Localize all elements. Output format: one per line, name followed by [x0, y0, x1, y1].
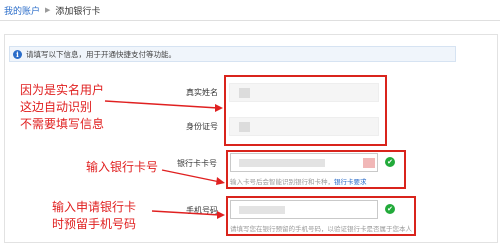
arrow-phone: [151, 210, 221, 216]
arrowhead-card: [216, 177, 225, 185]
arrow-real-name: [104, 100, 219, 109]
arrow-card: [161, 169, 221, 183]
arrowhead-real-name: [215, 104, 223, 112]
annotation-arrows: [104, 100, 225, 219]
arrowhead-phone: [217, 211, 225, 219]
